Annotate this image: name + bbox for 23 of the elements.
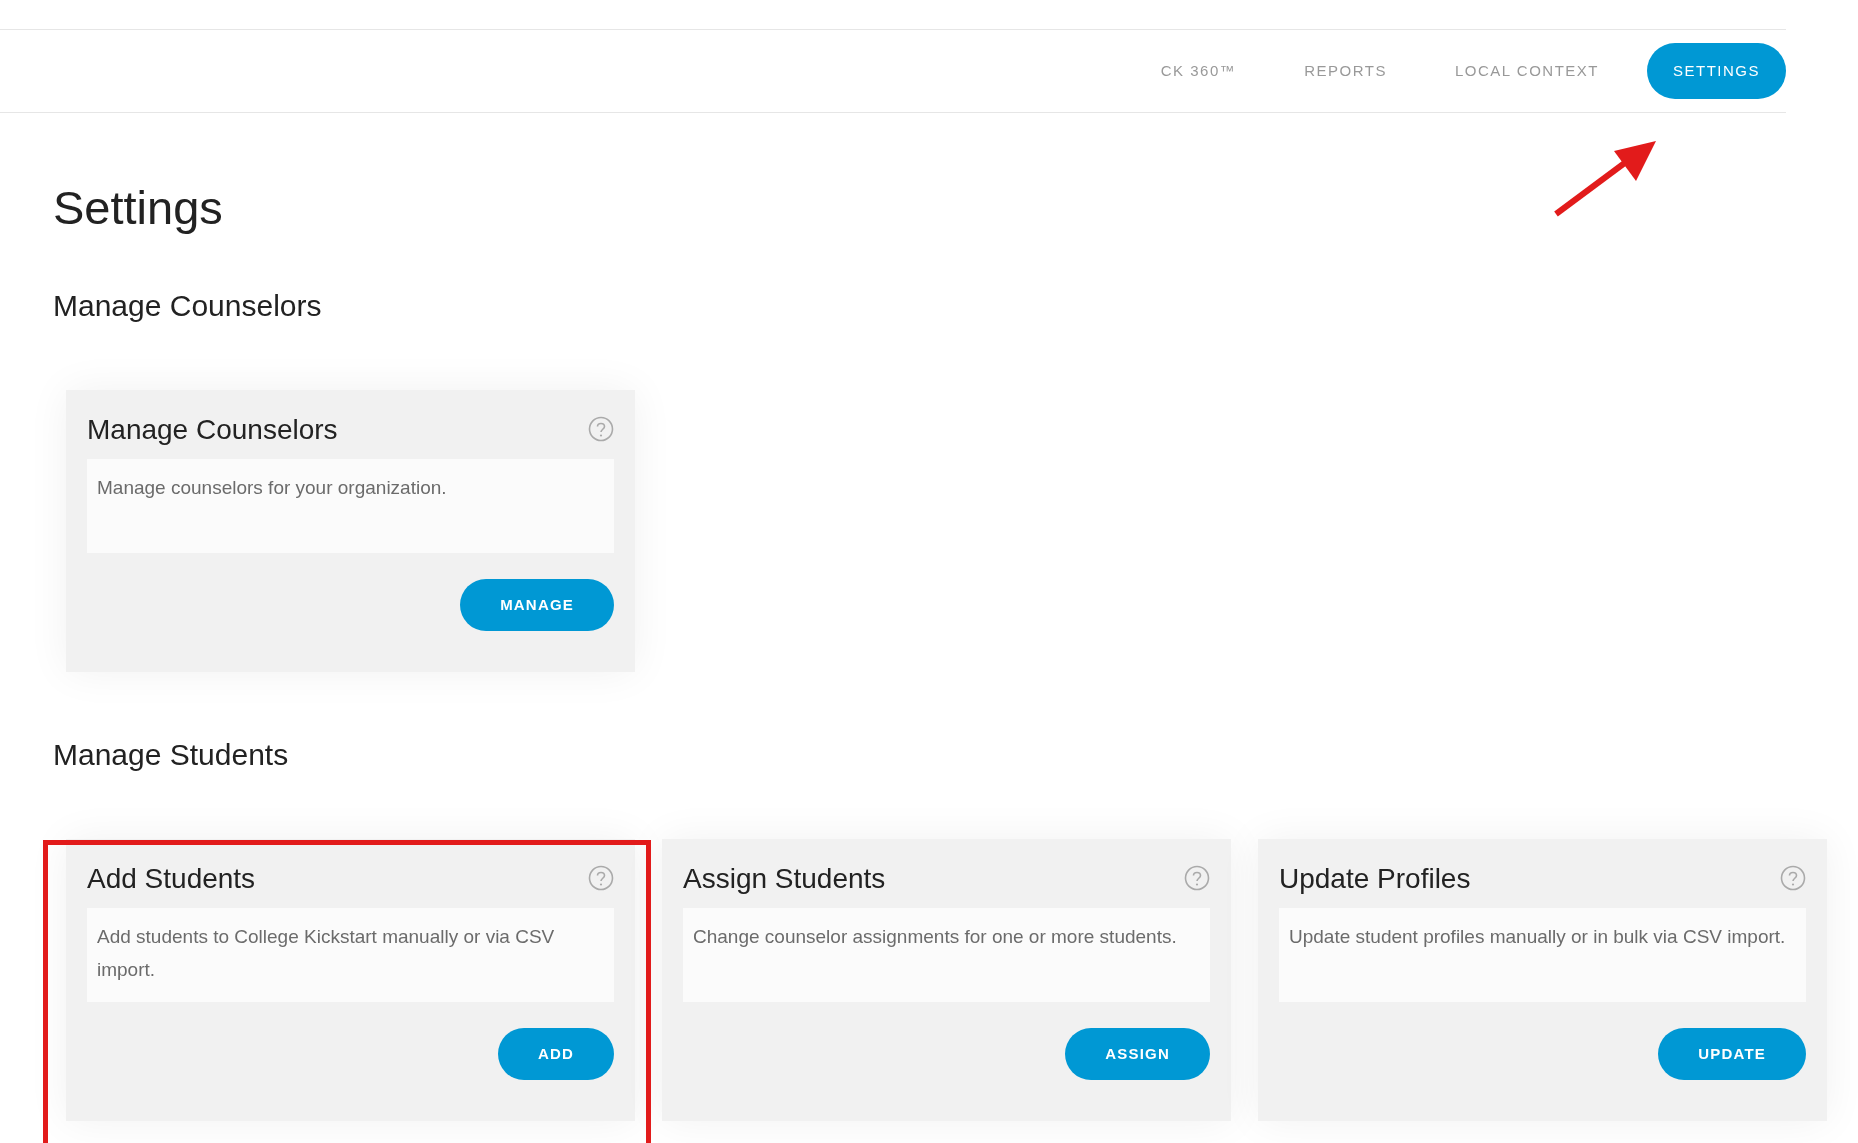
card-title: Add Students [87,862,256,896]
help-icon[interactable] [588,416,614,442]
card-title: Manage Counselors [87,413,338,447]
help-icon[interactable] [1184,865,1210,891]
help-icon[interactable] [588,865,614,891]
section-heading: Manage Students [53,737,290,773]
nav-link[interactable]: CK 360™ [1140,43,1257,99]
card-description: Change counselor assignments for one or more students. [683,908,1210,1002]
card-description: Add students to College Kickstart manually or via CSV import. [87,908,614,1002]
section-heading: Manage Counselors [53,288,323,324]
action-button[interactable]: MANAGE [460,579,614,631]
card-title: Assign Students [683,862,886,896]
card-title: Update Profiles [1279,862,1471,896]
nav-link[interactable]: REPORTS [1284,43,1407,99]
page-title: Settings [53,180,223,236]
card-description: Update student profiles manually or in bulk via CSV import. [1279,908,1806,1002]
action-button[interactable]: ADD [497,1028,614,1080]
action-button[interactable]: ASSIGN [1065,1028,1210,1080]
help-icon[interactable] [1780,865,1806,891]
action-button[interactable]: UPDATE [1658,1028,1806,1080]
card-description: Manage counselors for your organization. [87,459,614,553]
nav-link[interactable]: LOCAL CONTEXT [1435,43,1619,99]
nav-link[interactable]: SETTINGS [1647,43,1786,99]
